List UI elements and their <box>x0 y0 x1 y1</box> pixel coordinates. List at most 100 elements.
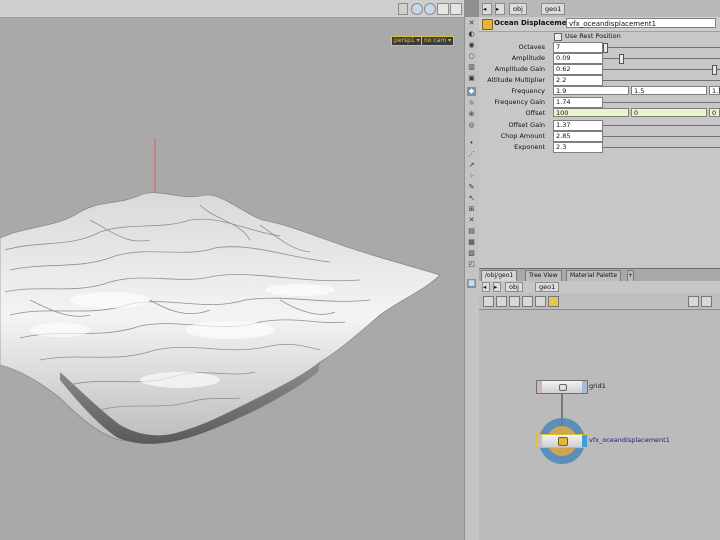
brush-icon[interactable]: ✎ <box>467 183 476 192</box>
zoom-icon[interactable]: ⊕ <box>467 110 476 119</box>
offset-y-field[interactable]: 0 <box>631 108 707 117</box>
pin-icon[interactable]: ✕ <box>467 19 476 28</box>
offset-gain-field[interactable]: 1.37 <box>553 120 603 131</box>
forward-arrow-icon[interactable]: ▸ <box>493 282 501 292</box>
offset-z-field[interactable]: 0 <box>709 108 720 117</box>
back-arrow-icon[interactable]: ◂ <box>482 282 490 292</box>
shaded-icon[interactable]: ▣ <box>467 74 476 83</box>
snapshot-icon[interactable] <box>437 3 449 15</box>
node-display-flag[interactable] <box>582 381 587 393</box>
grid-mode-icon[interactable] <box>509 296 520 307</box>
display-options-icon[interactable] <box>424 3 436 15</box>
frame-icon[interactable]: ◰ <box>467 260 476 269</box>
template-icon[interactable]: ▤ <box>467 227 476 236</box>
tile-mode-icon[interactable] <box>496 296 507 307</box>
octaves-slider-thumb[interactable] <box>603 43 608 53</box>
frequency-y-field[interactable]: 1.5 <box>631 86 707 95</box>
camera-menu-badge[interactable]: persp1 ▾ <box>391 36 423 46</box>
normals-icon[interactable]: ↗ <box>467 161 476 170</box>
node-bypass-flag[interactable] <box>537 381 542 393</box>
param-row-offset: Offset 100 0 0 <box>479 108 720 119</box>
amplitude-field[interactable]: 0.09 <box>553 53 603 64</box>
param-row-frequency-gain: Frequency Gain 1.74 <box>479 97 720 108</box>
use-rest-position-label: Use Rest Position <box>565 32 621 40</box>
param-label: Altitude Multiplier <box>487 76 545 84</box>
node-name-field[interactable]: vfx_oceandisplacement1 <box>566 18 716 28</box>
primitive-icon[interactable]: ⋰ <box>467 150 476 159</box>
vector-icon[interactable]: ↖ <box>467 194 476 203</box>
octaves-slider[interactable] <box>603 47 720 48</box>
param-row-chop-amount: Chop Amount 2.85 <box>479 131 720 142</box>
offset-x-field[interactable]: 100 <box>553 108 629 117</box>
exponent-field[interactable]: 2.3 <box>553 142 603 153</box>
notes-icon[interactable] <box>535 296 546 307</box>
param-row-amplitude: Amplitude 0.09 <box>479 53 720 64</box>
no-cam-badge[interactable]: no cam ▾ <box>421 36 455 46</box>
eye-icon[interactable]: ◉ <box>467 41 476 50</box>
amplitude-slider-thumb[interactable] <box>618 54 624 64</box>
ocean-mesh <box>0 192 441 441</box>
forward-arrow-icon[interactable]: ▸ <box>495 3 505 15</box>
path-obj-chip[interactable]: obj <box>509 3 527 15</box>
eye-icon[interactable] <box>688 296 699 307</box>
viewport-layout-icon[interactable] <box>450 3 462 15</box>
image-mode-icon[interactable] <box>522 296 533 307</box>
ocean-displacement-node[interactable] <box>536 434 588 448</box>
param-row-offset-gain: Offset Gain 1.37 <box>479 120 720 131</box>
xray-icon[interactable]: ✕ <box>467 216 476 225</box>
grid1-node[interactable] <box>536 380 588 394</box>
dot-icon[interactable]: ○ <box>467 52 476 61</box>
offset-gain-slider[interactable] <box>603 125 720 126</box>
help-icon[interactable] <box>701 296 712 307</box>
clipboard-icon[interactable]: ▦ <box>467 238 476 247</box>
param-label: Octaves <box>518 43 545 51</box>
visibility-icon[interactable]: ◎ <box>467 121 476 130</box>
param-label: Exponent <box>514 143 545 151</box>
chop-amount-slider[interactable] <box>603 136 720 137</box>
frequency-x-field[interactable]: 1.9 <box>553 86 629 95</box>
ocean-node-label: vfx_oceandisplacement1 <box>589 436 670 444</box>
network-editor[interactable]: grid1 vfx_oceandisplacement1 <box>479 310 720 540</box>
param-label: Chop Amount <box>500 132 545 140</box>
ocean-surface-render <box>0 138 441 444</box>
display-mode-icon[interactable]: ◐ <box>467 30 476 39</box>
frequency-gain-slider[interactable] <box>603 102 720 103</box>
scene-viewport[interactable]: persp1 ▾ no cam ▾ <box>0 0 464 540</box>
frequency-gain-field[interactable]: 1.74 <box>553 97 603 108</box>
tab-obj-geo1[interactable]: /obj/geo1 <box>481 270 518 281</box>
amplitude-gain-slider-thumb[interactable] <box>711 65 717 75</box>
altitude-multiplier-field[interactable]: 2.2 <box>553 75 603 86</box>
wireframe-icon[interactable]: ▥ <box>467 63 476 72</box>
sticky-note-icon[interactable] <box>548 296 559 307</box>
chop-amount-field[interactable]: 2.85 <box>553 131 603 142</box>
param-label: Amplitude Gain <box>494 65 545 73</box>
lighting-icon[interactable]: ☼ <box>467 99 476 108</box>
altitude-multiplier-slider[interactable] <box>603 80 720 81</box>
node-display-flag[interactable] <box>582 435 587 447</box>
points-display-icon[interactable]: ⁘ <box>467 172 476 181</box>
smooth-shaded-icon[interactable]: ◆ <box>467 87 476 96</box>
amplitude-gain-field[interactable]: 0.62 <box>553 64 603 75</box>
add-tab-icon[interactable]: + <box>627 270 634 281</box>
exponent-slider[interactable] <box>603 147 720 148</box>
snap-grid-icon[interactable]: ▦ <box>467 279 476 288</box>
amplitude-gain-slider[interactable] <box>603 69 720 70</box>
point-icon[interactable]: • <box>467 139 476 148</box>
network-path-geo[interactable]: geo1 <box>535 282 560 292</box>
network-path-obj[interactable]: obj <box>505 282 523 292</box>
frequency-z-field[interactable]: 1.5 <box>709 86 720 95</box>
param-label: Offset <box>525 109 545 117</box>
backface-icon[interactable]: ▧ <box>467 249 476 258</box>
node-bypass-flag[interactable] <box>537 435 542 447</box>
use-rest-position-checkbox[interactable] <box>554 33 562 41</box>
grid-display-icon[interactable]: ⊞ <box>467 205 476 214</box>
octaves-field[interactable]: 7 <box>553 42 603 53</box>
tab-tree-view[interactable]: Tree View <box>525 270 562 281</box>
viewport-menu-dropdown[interactable] <box>398 3 408 15</box>
tab-material-palette[interactable]: Material Palette <box>566 270 622 281</box>
param-row-frequency: Frequency 1.9 1.5 1.5 <box>479 86 720 97</box>
back-arrow-icon[interactable]: ◂ <box>482 3 492 15</box>
list-mode-icon[interactable] <box>483 296 494 307</box>
path-geo-chip[interactable]: geo1 <box>541 3 566 15</box>
home-view-icon[interactable] <box>411 3 423 15</box>
